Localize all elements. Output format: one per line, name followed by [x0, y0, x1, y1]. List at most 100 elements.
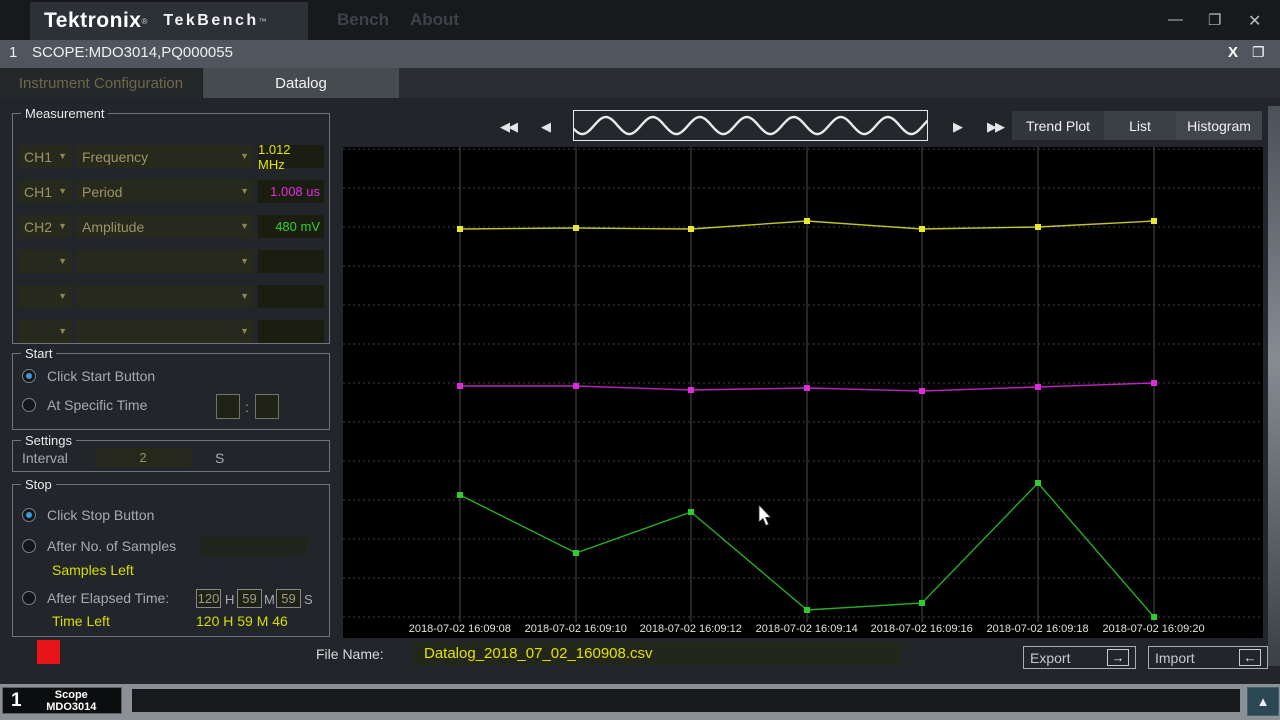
scope-close-icon[interactable]: X	[1228, 44, 1238, 61]
x-axis-labels: 2018-07-02 16:09:082018-07-02 16:09:1020…	[343, 622, 1263, 638]
menu-bench[interactable]: Bench	[337, 10, 389, 30]
measurement-type-select[interactable]: Frequency▼	[76, 145, 254, 168]
chevron-down-icon: ▼	[240, 151, 249, 161]
stop-option-elapsed[interactable]: After Elapsed Time:	[22, 590, 169, 606]
start-option-label: Click Start Button	[47, 368, 155, 384]
stop-option-samples[interactable]: After No. of Samples	[22, 538, 176, 554]
stop-legend: Stop	[21, 477, 56, 492]
logo-panel: Tektronix ® TekBench ™	[30, 2, 308, 40]
measurement-row: CH1▼Frequency▼1.012 MHz	[18, 145, 324, 168]
elapsed-hours-field[interactable]: 120	[196, 589, 221, 608]
measurement-type-select[interactable]: Period▼	[76, 180, 254, 203]
vertical-scrollbar[interactable]	[1268, 106, 1280, 666]
import-arrow-icon: ←	[1239, 649, 1261, 666]
x-axis-tick-label: 2018-07-02 16:09:14	[756, 623, 858, 635]
radio-icon[interactable]	[22, 508, 36, 522]
chevron-down-icon: ▼	[58, 151, 67, 161]
import-label: Import	[1155, 650, 1195, 666]
chevron-down-icon: ▼	[58, 291, 67, 301]
x-axis-tick-label: 2018-07-02 16:09:08	[409, 623, 511, 635]
measurement-section: Measurement CH1▼Frequency▼1.012 MHzCH1▼P…	[12, 106, 330, 344]
start-section: Start	[12, 346, 330, 430]
measurement-row: ▼▼	[18, 250, 324, 273]
previous-icon[interactable]: ◀	[541, 119, 549, 135]
start-option-click[interactable]: Click Start Button	[22, 368, 155, 384]
taskbar-scope-tab[interactable]: 1 Scope MDO3014	[2, 687, 122, 714]
measurement-legend: Measurement	[21, 106, 108, 121]
scope-restore-icon[interactable]: ❐	[1252, 44, 1265, 61]
view-switcher: Trend Plot List Histogram	[1012, 111, 1262, 140]
export-label: Export	[1030, 650, 1070, 666]
radio-icon[interactable]	[22, 369, 36, 383]
next-icon[interactable]: ▶	[953, 119, 961, 135]
export-button[interactable]: Export →	[1023, 646, 1136, 669]
radio-icon[interactable]	[22, 591, 36, 605]
close-icon[interactable]: ✕	[1248, 11, 1261, 31]
measurement-value	[258, 320, 324, 343]
channel-select[interactable]: ▼	[18, 250, 72, 273]
settings-legend: Settings	[21, 433, 76, 448]
interval-label: Interval	[22, 450, 68, 466]
measurement-value	[258, 250, 324, 273]
minimize-icon[interactable]: —	[1168, 11, 1182, 28]
taskbar-scope-line2: MDO3014	[22, 701, 121, 713]
title-bar: Tektronix ® TekBench ™ Bench About — ❐ ✕	[0, 0, 1280, 40]
radio-icon[interactable]	[22, 398, 36, 412]
skip-first-icon[interactable]: ◀◀	[500, 119, 516, 135]
stop-option-label: After No. of Samples	[47, 538, 176, 554]
taskbar-up-button[interactable]: ▲	[1247, 687, 1279, 716]
measurement-row: ▼▼	[18, 285, 324, 308]
waveform-preview[interactable]	[573, 110, 928, 141]
channel-select[interactable]: ▼	[18, 285, 72, 308]
measurement-value: 1.008 us	[258, 180, 324, 203]
histogram-button[interactable]: Histogram	[1176, 111, 1262, 140]
tab-datalog[interactable]: Datalog	[203, 68, 399, 98]
start-hour-field[interactable]	[216, 394, 240, 419]
measurement-value: 1.012 MHz	[258, 145, 324, 168]
interval-input[interactable]: 2	[95, 448, 191, 467]
scope-title: SCOPE:MDO3014,PQ000055	[32, 44, 233, 61]
elapsed-minutes-field[interactable]: 59	[237, 589, 262, 608]
stop-option-click[interactable]: Click Stop Button	[22, 507, 154, 523]
channel-select[interactable]: CH2▼	[18, 215, 72, 238]
measurement-type-select[interactable]: ▼	[76, 320, 254, 343]
start-minute-field[interactable]	[255, 394, 279, 419]
restore-icon[interactable]: ❐	[1208, 11, 1221, 29]
chevron-down-icon: ▼	[58, 256, 67, 266]
scope-session-bar: 1 SCOPE:MDO3014,PQ000055 X ❐	[0, 40, 1280, 68]
start-legend: Start	[21, 346, 56, 361]
tab-instrument-configuration[interactable]: Instrument Configuration	[0, 68, 202, 98]
trend-plot-button[interactable]: Trend Plot	[1012, 111, 1104, 140]
menu-about[interactable]: About	[410, 10, 459, 30]
start-option-specific-time[interactable]: At Specific Time	[22, 397, 147, 413]
elapsed-seconds-field[interactable]: 59	[276, 589, 301, 608]
chevron-down-icon: ▼	[240, 291, 249, 301]
chevron-down-icon: ▼	[240, 186, 249, 196]
radio-icon[interactable]	[22, 539, 36, 553]
samples-count-input[interactable]	[200, 537, 307, 555]
measurement-row: CH1▼Period▼1.008 us	[18, 180, 324, 203]
measurement-type-select[interactable]: ▼	[76, 285, 254, 308]
file-name-input[interactable]: Datalog_2018_07_02_160908.csv	[412, 642, 902, 666]
chevron-down-icon: ▼	[58, 221, 67, 231]
tab-bar: Instrument Configuration Datalog	[0, 68, 1280, 98]
skip-last-icon[interactable]: ▶▶	[987, 119, 1003, 135]
measurement-type-select[interactable]: Amplitude▼	[76, 215, 254, 238]
interval-unit-label: S	[215, 450, 224, 466]
x-axis-tick-label: 2018-07-02 16:09:16	[871, 623, 973, 635]
list-button[interactable]: List	[1104, 111, 1176, 140]
file-name-label: File Name:	[316, 646, 384, 662]
taskbar-panel	[132, 689, 1240, 712]
channel-select[interactable]: CH1▼	[18, 145, 72, 168]
minutes-label: M	[264, 592, 275, 607]
channel-select[interactable]: CH1▼	[18, 180, 72, 203]
start-option-label: At Specific Time	[47, 397, 147, 413]
measurement-row: CH2▼Amplitude▼480 mV	[18, 215, 324, 238]
import-button[interactable]: Import ←	[1148, 646, 1268, 669]
measurement-row: ▼▼	[18, 320, 324, 343]
channel-select[interactable]: ▼	[18, 320, 72, 343]
logging-status-stop-button[interactable]	[37, 640, 60, 664]
measurement-type-select[interactable]: ▼	[76, 250, 254, 273]
chevron-down-icon: ▼	[240, 221, 249, 231]
time-left-value: 120 H 59 M 46	[196, 613, 288, 629]
